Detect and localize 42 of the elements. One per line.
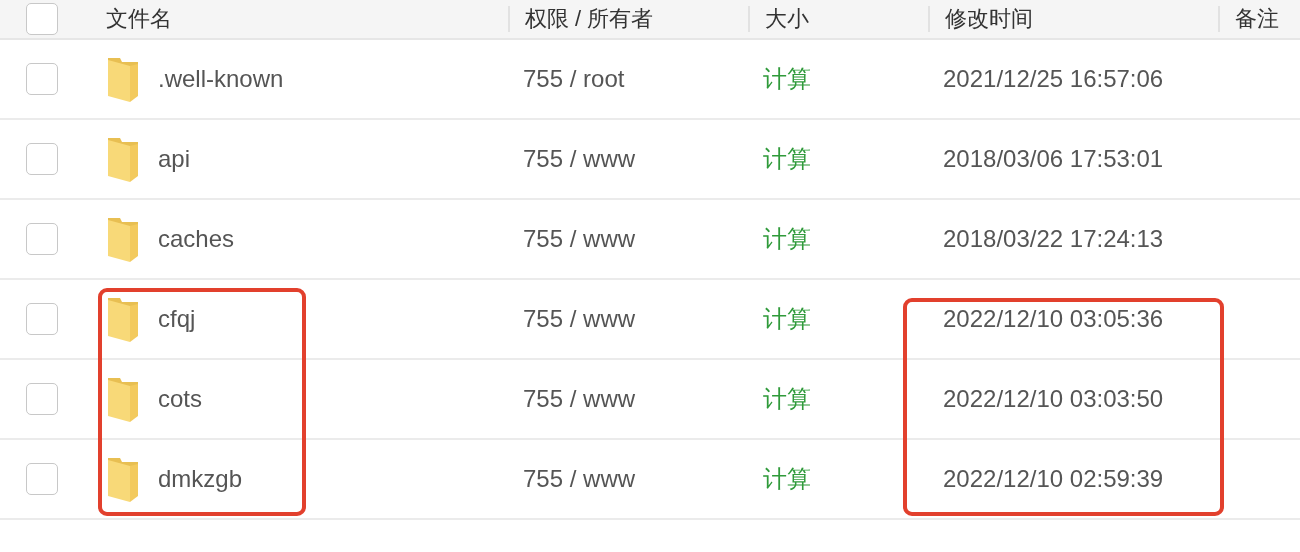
calculate-size-link[interactable]: 计算 (748, 303, 928, 335)
folder-icon (106, 376, 140, 422)
row-checkbox[interactable] (26, 303, 58, 335)
column-header[interactable]: 文件名 (100, 6, 508, 32)
modified-time: 2022/12/10 03:03:50 (942, 385, 1165, 413)
column-header[interactable]: 修改时间 (928, 6, 1218, 32)
calculate-size-link[interactable]: 计算 (748, 463, 928, 495)
permission-owner: 755 / www (522, 305, 637, 333)
folder-icon (106, 136, 140, 182)
calculate-size-link[interactable]: 计算 (748, 383, 928, 415)
row-checkbox[interactable] (26, 463, 58, 495)
row-checkbox[interactable] (26, 63, 58, 95)
folder-name[interactable]: .well-known (158, 65, 284, 93)
folder-name[interactable]: api (158, 145, 191, 173)
modified-time: 2021/12/25 16:57:06 (942, 65, 1165, 93)
permission-owner: 755 / www (522, 385, 637, 413)
modified-time: 2018/03/22 17:24:13 (942, 225, 1165, 253)
permission-owner: 755 / www (522, 225, 637, 253)
select-all-checkbox[interactable] (26, 3, 58, 35)
calculate-size-link[interactable]: 计算 (748, 143, 928, 175)
permission-owner: 755 / www (522, 145, 637, 173)
modified-time: 2022/12/10 02:59:39 (942, 465, 1165, 493)
modified-time: 2022/12/10 03:05:36 (942, 305, 1165, 333)
row-checkbox[interactable] (26, 223, 58, 255)
folder-name[interactable]: cots (158, 385, 202, 413)
permission-owner: 755 / root (522, 65, 626, 93)
row-checkbox[interactable] (26, 143, 58, 175)
folder-name[interactable]: dmkzgb (158, 465, 243, 493)
modified-time: 2018/03/06 17:53:01 (942, 145, 1165, 173)
folder-name[interactable]: caches (158, 225, 235, 253)
calculate-size-link[interactable]: 计算 (748, 223, 928, 255)
column-header[interactable]: 权限 / 所有者 (508, 6, 748, 32)
folder-icon (106, 56, 140, 102)
row-checkbox[interactable] (26, 383, 58, 415)
calculate-size-link[interactable]: 计算 (748, 63, 928, 95)
permission-owner: 755 / www (522, 465, 637, 493)
folder-name[interactable]: cfqj (158, 305, 196, 333)
column-header[interactable]: 备注 (1218, 6, 1300, 32)
folder-icon (106, 296, 140, 342)
column-header[interactable]: 大小 (748, 6, 928, 32)
folder-icon (106, 216, 140, 262)
folder-icon (106, 456, 140, 502)
